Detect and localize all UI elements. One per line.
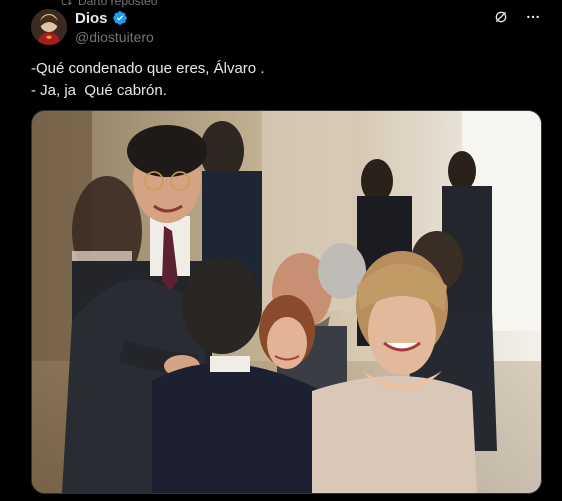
post-text: -Qué condenado que eres, Álvaro . - Ja, … xyxy=(31,60,265,99)
photo-image xyxy=(32,111,541,493)
repost-indicator: Darto reposteó xyxy=(60,0,157,8)
post-top-actions xyxy=(492,8,542,26)
more-icon xyxy=(527,15,539,19)
author-avatar[interactable] xyxy=(31,9,67,45)
grok-button[interactable] xyxy=(492,8,510,26)
grok-icon xyxy=(495,11,507,23)
post-photo[interactable] xyxy=(31,110,542,494)
more-button[interactable] xyxy=(524,8,542,26)
repost-label: Darto reposteó xyxy=(78,0,158,8)
repost-icon xyxy=(61,0,72,6)
sacred-heart-avatar-icon xyxy=(31,9,67,45)
post-header: Dios @diostuitero xyxy=(75,8,154,46)
author-handle[interactable]: @diostuitero xyxy=(75,29,154,45)
verified-badge-icon xyxy=(112,11,127,25)
author-display-name[interactable]: Dios xyxy=(75,10,108,27)
